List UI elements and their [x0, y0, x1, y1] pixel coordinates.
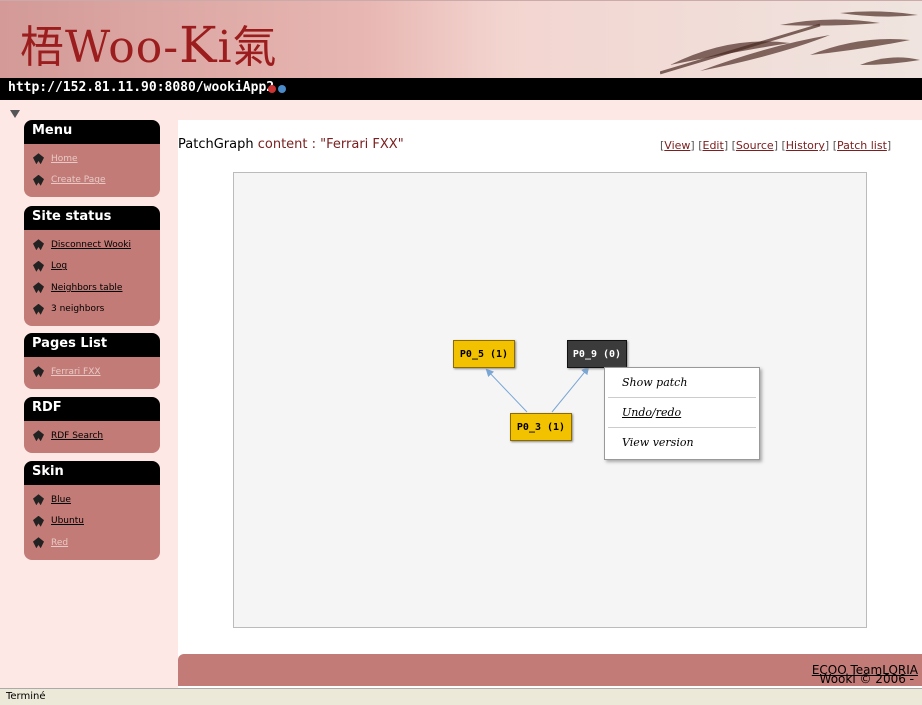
sidebar-item-skin-red[interactable]: Red	[24, 532, 160, 554]
skin-ubuntu-link[interactable]: Ubuntu	[51, 516, 84, 526]
source-link[interactable]: Source	[736, 139, 774, 152]
browser-status-bar: Terminé	[0, 688, 922, 705]
menu-item-show-patch[interactable]: Show patch	[608, 368, 756, 398]
menu-item-view-version[interactable]: View version	[608, 428, 756, 457]
sidebar-box-pages-list: Pages List Ferrari FXX	[24, 333, 160, 389]
patch-graph-canvas[interactable]	[233, 172, 867, 628]
wooki-bullet-icon	[32, 281, 45, 294]
log-link[interactable]: Log	[51, 261, 67, 271]
wooki-bullet-icon	[32, 303, 45, 316]
url-bar: http://152.81.11.90:8080/wookiApp2	[0, 78, 922, 100]
status-blue-icon	[278, 85, 286, 93]
patch-list-link[interactable]: Patch list	[837, 139, 887, 152]
footer-text: Wooki © 2006 - ECOO Team - LORIA	[811, 663, 918, 686]
redo-link[interactable]: redo	[656, 406, 681, 419]
sidebar-box-title: Menu	[24, 120, 160, 144]
wooki-bullet-icon	[32, 429, 45, 442]
create-page-link[interactable]: Create Page	[51, 175, 106, 185]
site-banner: 梧Woo-Ki氣	[0, 0, 922, 79]
sidebar-item-skin-blue[interactable]: Blue	[24, 489, 160, 511]
wooki-bullet-icon	[32, 152, 45, 165]
site-url: http://152.81.11.90:8080/wookiApp2	[8, 80, 275, 95]
wooki-bullet-icon	[32, 493, 45, 506]
page-footer: Wooki © 2006 - ECOO Team - LORIA	[178, 654, 922, 686]
node-context-menu: Show patch Undo / redo View version	[604, 367, 760, 460]
sidebar-box-site-status: Site status Disconnect Wooki Log Neighbo…	[24, 206, 160, 326]
graph-node-p0-5[interactable]: P0_5 (1)	[453, 340, 515, 368]
disconnect-link[interactable]: Disconnect Wooki	[51, 240, 131, 250]
sidebar-box-title: Pages List	[24, 333, 160, 357]
home-link[interactable]: Home	[51, 154, 78, 164]
page-link[interactable]: Ferrari FXX	[51, 367, 101, 377]
graph-node-p0-3[interactable]: P0_3 (1)	[510, 413, 572, 441]
wooki-bullet-icon	[32, 238, 45, 251]
sidebar-item-rdf-search[interactable]: RDF Search	[24, 425, 160, 447]
sidebar-item-disconnect[interactable]: Disconnect Wooki	[24, 234, 160, 256]
sidebar-item-create-page[interactable]: Create Page	[24, 170, 160, 192]
page-title: PatchGraph content : "Ferrari FXX"	[178, 137, 404, 152]
undo-link[interactable]: Undo	[622, 406, 652, 419]
status-text: Terminé	[6, 691, 46, 702]
page-action-links: [View] [Edit] [Source] [History] [Patch …	[660, 139, 892, 152]
wooki-bullet-icon	[32, 365, 45, 378]
skin-red-link[interactable]: Red	[51, 538, 68, 548]
sidebar-box-title: Skin	[24, 461, 160, 485]
graph-node-p0-9[interactable]: P0_9 (0)	[567, 340, 627, 368]
top-spacer	[178, 100, 922, 120]
skin-blue-link[interactable]: Blue	[51, 495, 71, 505]
wooki-logo: 梧Woo-Ki氣	[20, 16, 278, 74]
status-red-icon	[268, 85, 276, 93]
sidebar-item-ferrari-fxx[interactable]: Ferrari FXX	[24, 361, 160, 383]
rdf-search-link[interactable]: RDF Search	[51, 431, 103, 441]
history-link[interactable]: History	[786, 139, 825, 152]
edit-link[interactable]: Edit	[703, 139, 724, 152]
bamboo-decoration-icon	[660, 11, 920, 75]
sidebar-item-neighbors-table[interactable]: Neighbors table	[24, 277, 160, 299]
sidebar-box-menu: Menu Home Create Page	[24, 120, 160, 197]
neighbors-count: 3 neighbors	[51, 304, 105, 315]
wooki-bullet-icon	[32, 536, 45, 549]
sidebar-item-home[interactable]: Home	[24, 148, 160, 170]
menu-item-undo-redo: Undo / redo	[608, 398, 756, 428]
collapse-toggle-icon[interactable]	[10, 110, 20, 118]
sidebar-item-skin-ubuntu[interactable]: Ubuntu	[24, 511, 160, 533]
sidebar-box-rdf: RDF RDF Search	[24, 397, 160, 453]
sidebar-item-neighbors-count: 3 neighbors	[24, 299, 160, 321]
wooki-bullet-icon	[32, 515, 45, 528]
sidebar-box-title: Site status	[24, 206, 160, 230]
wooki-bullet-icon	[32, 260, 45, 273]
sidebar-item-log[interactable]: Log	[24, 256, 160, 278]
neighbors-table-link[interactable]: Neighbors table	[51, 283, 122, 293]
sidebar-box-skin: Skin Blue Ubuntu Red	[24, 461, 160, 560]
sidebar-box-title: RDF	[24, 397, 160, 421]
wooki-bullet-icon	[32, 174, 45, 187]
view-link[interactable]: View	[664, 139, 690, 152]
